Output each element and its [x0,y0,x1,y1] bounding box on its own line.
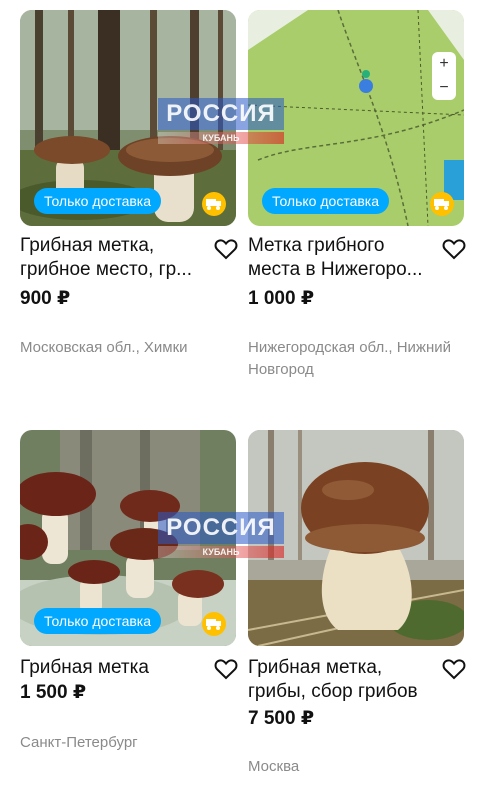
delivery-only-badge: Только доставка [34,608,162,634]
listing-title[interactable]: Грибная метка [20,656,210,680]
heart-outline-icon[interactable] [214,658,238,680]
listing-title[interactable]: Грибная метка, грибное место, гр... [20,234,210,282]
listing-location: Московская обл., Химки [20,339,188,356]
listing-card[interactable]: Только доставка Грибная метка, грибное м… [20,10,238,356]
delivery-only-badge: Только доставка [262,188,390,214]
listing-photo[interactable] [248,430,464,646]
listing-photo[interactable]: + − Только доставка [248,10,464,226]
truck-icon [430,192,454,216]
heart-outline-icon[interactable] [442,658,466,680]
listing-title[interactable]: Метка грибного места в Нижегоро... [248,234,438,282]
zoom-out-button[interactable]: − [432,76,456,100]
listing-card[interactable]: Только доставка Грибная метка 1 500 ₽ Са… [20,430,238,751]
listing-location: Москва [248,758,300,775]
listing-price: 7 500 ₽ [248,708,315,729]
truck-icon [202,192,226,216]
listing-card[interactable]: + − Только доставка Метка грибного места… [248,10,466,378]
listing-photo[interactable]: Только доставка [20,430,236,646]
heart-outline-icon[interactable] [214,238,238,260]
listing-location: Санкт-Петербург [20,734,138,751]
heart-outline-icon[interactable] [442,238,466,260]
delivery-only-badge: Только доставка [34,188,162,214]
truck-icon [202,612,226,636]
listing-price: 1 000 ₽ [248,288,315,309]
map-zoom-controls: + − [432,52,456,100]
listing-price: 1 500 ₽ [20,682,87,703]
listing-location: Нижегородская обл., Нижний Новгород [248,339,452,378]
porcini-mushroom-photo [248,430,464,646]
listing-card[interactable]: Грибная метка, грибы, сбор грибов 7 500 … [248,430,466,775]
listing-photo[interactable]: Только доставка [20,10,236,226]
zoom-in-button[interactable]: + [432,52,456,76]
listing-price: 900 ₽ [20,288,71,309]
listing-title[interactable]: Грибная метка, грибы, сбор грибов [248,656,438,704]
